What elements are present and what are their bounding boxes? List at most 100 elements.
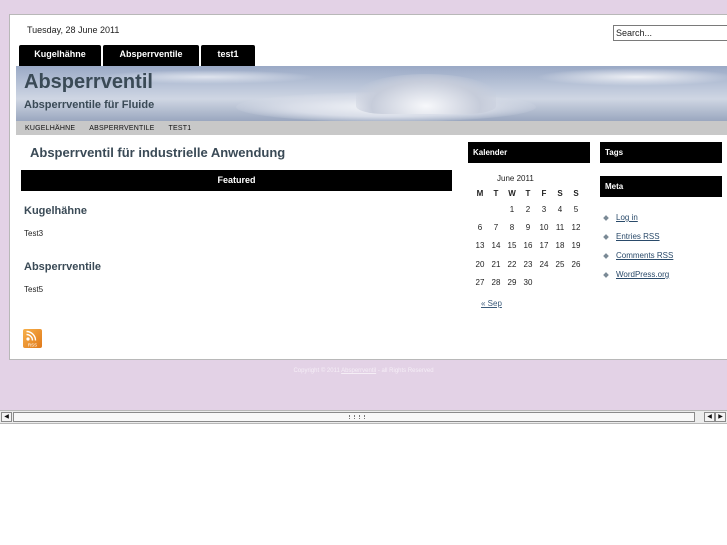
calendar-day: 12 [571,222,581,232]
calendar-day: 19 [571,241,581,251]
bullet-icon [603,233,609,240]
subnav-item-absperrventile[interactable]: ABSPERRVENTILE [89,125,154,132]
banner-cloud [356,74,496,114]
list-item: WordPress.org [603,265,673,284]
calendar-day: 14 [491,241,501,251]
calendar-day: 8 [509,222,515,232]
calendar-day: 6 [477,222,483,232]
calendar-day: 22 [507,259,517,269]
calendar-week-row: 6 7 8 9 10 11 12 [472,218,584,236]
scrollbar-thumb[interactable] [13,412,695,422]
meta-links: Log in Entries RSS Comments RSS WordPres… [603,208,673,284]
list-item: Comments RSS [603,246,673,265]
current-date: Tuesday, 28 June 2011 [27,25,120,35]
meta-link-entries-rss[interactable]: Entries RSS [616,232,660,241]
weekday-header: S [557,188,563,198]
calendar-week-row: 1 2 3 4 5 [472,200,584,218]
footer-site-link[interactable]: Absperrventil [341,368,376,374]
calendar-day: 3 [541,204,547,214]
subnav-item-kugelhaehne[interactable]: KUGELHÄHNE [25,125,75,132]
calendar-day: 24 [539,259,549,269]
weekday-header: T [525,188,531,198]
calendar-week-row: 13 14 15 16 17 18 19 [472,237,584,255]
calendar-day [472,200,488,218]
site-title[interactable]: Absperrventil [24,71,153,94]
scroll-left-icon[interactable]: ◀ [704,412,715,422]
calendar-day: 27 [475,277,485,287]
calendar-caption: June 2011 [497,174,534,183]
subnav-item-test1[interactable]: TEST1 [169,125,192,132]
meta-heading: Meta [600,176,722,197]
calendar-day [568,273,584,291]
calendar-day: 2 [525,204,531,214]
category-text: Test3 [24,229,44,238]
calendar-day [488,200,504,218]
calendar-day: 1 [509,204,515,214]
calendar-prev-link[interactable]: « Sep [481,299,502,308]
category-title[interactable]: Kugelhähne [24,205,87,217]
header-banner: Absperrventil Absperrventile für Fluide [16,66,727,121]
calendar-heading: Kalender [468,142,590,163]
rss-feed-icon[interactable]: RSS [23,329,42,348]
calendar-day: 25 [555,259,565,269]
tab-kugelhaehne[interactable]: Kugelhähne [19,45,101,66]
tags-heading: Tags [600,142,722,163]
tab-absperrventile[interactable]: Absperrventile [103,45,199,66]
weekday-header: F [541,188,547,198]
calendar-day: 13 [475,241,485,251]
site-tagline: Absperrventile für Fluide [24,99,155,111]
calendar-day: 21 [491,259,501,269]
calendar-day [536,273,552,291]
calendar-day: 20 [475,259,485,269]
tab-test1[interactable]: test1 [201,45,255,66]
calendar-day: 15 [507,241,517,251]
category-text: Test5 [24,285,44,294]
bullet-icon [603,214,609,221]
calendar-day: 18 [555,241,565,251]
weekday-header: M [476,188,484,198]
calendar-day: 29 [507,277,517,287]
banner-cloud [536,68,727,86]
bullet-icon [603,252,609,259]
grip-icon [349,415,365,419]
scroll-right-icon[interactable]: ▶ [715,412,726,422]
secondary-nav: KUGELHÄHNE ABSPERRVENTILE TEST1 [16,121,727,135]
footer-rights: - all Rights Reserved [377,368,434,374]
featured-bar: Featured [21,170,452,191]
calendar-weekday-row: M T W T F S S [472,186,584,200]
list-item: Entries RSS [603,227,673,246]
footer: Copyright © 2011 Absperrventil - all Rig… [0,368,727,374]
calendar-day: 5 [573,204,579,214]
calendar-day [552,273,568,291]
category-title[interactable]: Absperrventile [24,261,101,273]
horizontal-scrollbar[interactable]: ◀ ◀ ▶ [0,410,727,424]
footer-copyright: Copyright © 2011 [293,368,340,374]
calendar-day: 11 [555,222,565,232]
meta-link-comments-rss[interactable]: Comments RSS [616,251,673,260]
meta-link-login[interactable]: Log in [616,213,638,222]
search-input[interactable] [613,25,727,41]
rss-label: RSS [28,343,37,348]
main-tabs: Kugelhähne Absperrventile test1 [19,45,257,66]
calendar-day: 23 [523,259,533,269]
bullet-icon [603,271,609,278]
calendar-week-row: 20 21 22 23 24 25 26 [472,255,584,273]
page-wrapper: Tuesday, 28 June 2011 Kugelhähne Absperr… [9,14,727,360]
weekday-header: T [493,188,499,198]
meta-link-wordpress[interactable]: WordPress.org [616,270,669,279]
calendar-week-row: 27 28 29 30 [472,273,584,291]
calendar-day: 7 [493,222,499,232]
calendar-day: 30 [523,277,533,287]
calendar-day: 28 [491,277,501,287]
calendar-day: 9 [525,222,531,232]
weekday-header: W [508,188,516,198]
list-item: Log in [603,208,673,227]
calendar-table: M T W T F S S 1 2 3 4 5 6 7 8 9 10 11 12 [472,186,584,291]
post-title[interactable]: Absperrventil für industrielle Anwendung [30,145,285,160]
calendar-day: 4 [557,204,563,214]
calendar-day: 16 [523,241,533,251]
weekday-header: S [573,188,579,198]
calendar-day: 10 [539,222,549,232]
scroll-left-icon[interactable]: ◀ [1,412,12,422]
calendar-day: 17 [539,241,549,251]
